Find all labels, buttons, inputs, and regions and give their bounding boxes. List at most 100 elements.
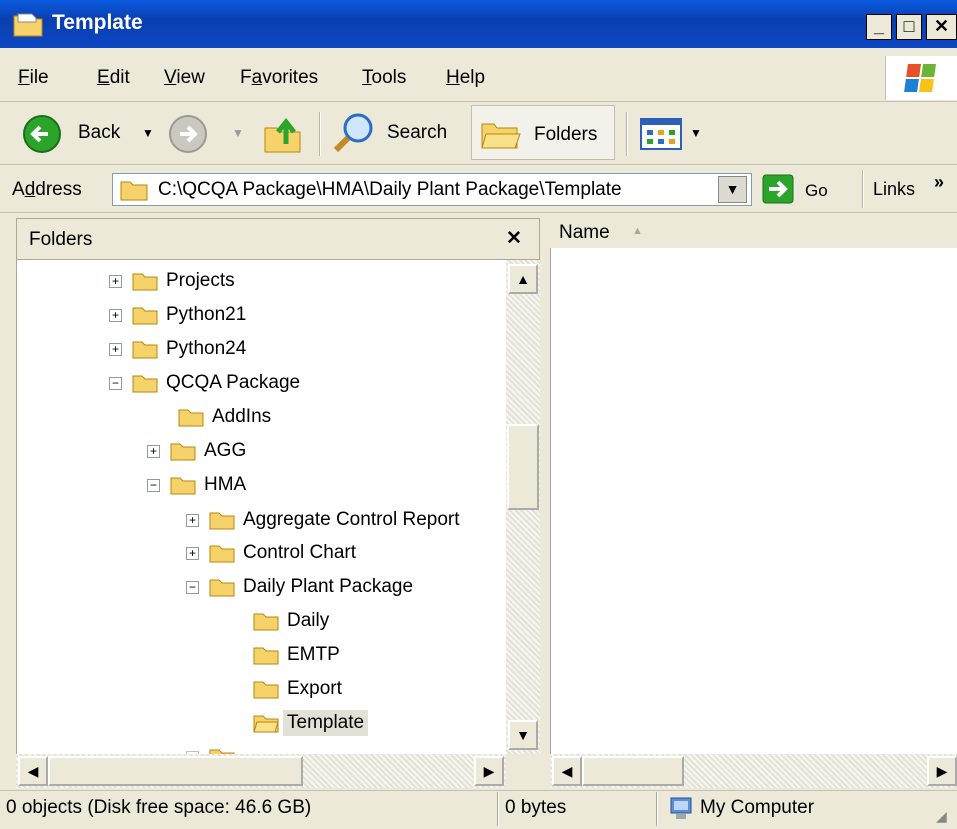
scrollbar-corner xyxy=(508,756,540,788)
folder-icon xyxy=(253,611,279,631)
tree-item-label: HMA xyxy=(204,474,247,495)
menu-view[interactable]: View xyxy=(164,67,205,89)
tree-item-control-chart[interactable]: + Control Chart xyxy=(186,538,356,568)
status-size: 0 bytes xyxy=(505,797,567,818)
title-bar[interactable] xyxy=(0,0,957,48)
folder-icon xyxy=(253,645,279,665)
scroll-left-icon[interactable]: ◀ xyxy=(18,756,48,786)
tree-item-qcqa-package[interactable]: − QCQA Package xyxy=(109,368,300,398)
go-button[interactable]: Go xyxy=(805,181,828,201)
sort-ascending-icon: ▲ xyxy=(632,225,643,237)
folders-pane-close-button[interactable]: ✕ xyxy=(506,227,522,250)
tree-item-emtp[interactable]: EMTP xyxy=(253,640,340,670)
up-folder-icon[interactable] xyxy=(262,112,304,156)
folder-tree: + Projects + Python21 + Python24 − QCQA … xyxy=(16,260,507,754)
tree-item-label: Export xyxy=(287,678,342,699)
tree-item-export[interactable]: Export xyxy=(253,674,342,704)
address-folder-icon xyxy=(119,178,149,202)
minimize-button[interactable]: _ xyxy=(866,14,892,40)
back-button[interactable]: Back xyxy=(78,122,120,144)
menu-tools[interactable]: Tools xyxy=(362,67,406,89)
tree-item-python21[interactable]: + Python21 xyxy=(109,300,246,330)
expand-icon[interactable]: + xyxy=(109,274,122,288)
tree-item-label: AddIns xyxy=(212,406,272,427)
tree-item-label: Python21 xyxy=(166,304,247,325)
folder-icon xyxy=(178,407,204,427)
links-button[interactable]: Links xyxy=(873,179,915,200)
folder-icon xyxy=(132,271,158,291)
expand-icon[interactable]: + xyxy=(109,308,122,322)
folder-icon xyxy=(209,543,235,563)
tree-item-daily[interactable]: Daily xyxy=(253,606,329,636)
tree-item-projects[interactable]: + Projects xyxy=(109,266,235,296)
tree-item-daily-plant-package[interactable]: − Daily Plant Package xyxy=(186,572,413,602)
status-separator xyxy=(497,792,499,826)
horizontal-scroll-thumb[interactable] xyxy=(582,756,684,786)
tree-item-label: Python24 xyxy=(166,338,247,359)
resize-grip-icon[interactable]: ◢ xyxy=(936,808,947,825)
folder-window-icon xyxy=(12,10,44,38)
back-dropdown-icon[interactable]: ▼ xyxy=(142,126,154,140)
column-header-name[interactable]: Name xyxy=(559,222,610,244)
menu-help[interactable]: Help xyxy=(446,67,485,89)
status-objects: 0 objects (Disk free space: 46.6 GB) xyxy=(6,797,312,818)
folders-pane-header xyxy=(16,218,540,260)
scroll-down-icon[interactable]: ▼ xyxy=(508,720,538,750)
tree-item-addins[interactable]: AddIns xyxy=(178,402,271,432)
vertical-scroll-thumb[interactable] xyxy=(507,424,539,510)
tree-item-agg[interactable]: + AGG xyxy=(147,436,246,466)
tree-item-label: EMTP xyxy=(287,644,340,665)
expand-icon[interactable]: + xyxy=(147,444,160,458)
address-dropdown-icon[interactable]: ▼ xyxy=(718,176,747,203)
folders-label: Folders xyxy=(534,124,598,145)
scroll-right-icon[interactable]: ▶ xyxy=(927,756,957,786)
folder-icon xyxy=(170,441,196,461)
tree-item-partial[interactable] xyxy=(186,742,243,754)
tree-item-label: Aggregate Control Report xyxy=(243,509,460,530)
close-button[interactable]: ✕ xyxy=(926,14,957,40)
maximize-button[interactable]: □ xyxy=(896,14,922,40)
address-separator xyxy=(862,170,864,208)
collapse-icon[interactable]: − xyxy=(186,580,199,594)
pane-splitter[interactable] xyxy=(540,218,550,790)
folder-icon xyxy=(209,747,235,754)
collapse-icon[interactable]: − xyxy=(109,376,122,390)
search-button[interactable]: Search xyxy=(387,122,447,144)
scroll-up-icon[interactable]: ▲ xyxy=(508,264,538,294)
address-label: Address xyxy=(12,179,82,200)
folder-icon xyxy=(209,510,235,530)
scroll-right-icon[interactable]: ▶ xyxy=(474,756,504,786)
horizontal-scroll-thumb[interactable] xyxy=(48,756,303,786)
tree-item-label: QCQA Package xyxy=(166,372,301,393)
file-list[interactable] xyxy=(550,248,957,754)
toolbar-separator xyxy=(626,112,628,156)
my-computer-icon xyxy=(668,796,694,822)
views-dropdown-icon[interactable]: ▼ xyxy=(690,126,702,140)
expand-icon[interactable]: + xyxy=(186,513,199,527)
tree-item-label: Projects xyxy=(166,270,235,291)
tree-item-label-selected: Template xyxy=(283,710,369,736)
scroll-left-icon[interactable]: ◀ xyxy=(552,756,582,786)
menu-edit[interactable]: Edit xyxy=(97,67,130,89)
back-arrow-icon[interactable] xyxy=(22,114,62,154)
tree-item-hma[interactable]: − HMA xyxy=(147,470,246,500)
go-arrow-icon[interactable] xyxy=(762,174,794,204)
menu-favorites[interactable]: Favorites xyxy=(240,67,318,89)
forward-arrow-icon[interactable] xyxy=(168,114,208,154)
tree-item-label: AGG xyxy=(204,440,247,461)
collapse-icon[interactable]: − xyxy=(147,478,160,492)
folder-icon xyxy=(253,679,279,699)
tree-item-template[interactable]: Template xyxy=(253,708,369,738)
forward-dropdown-icon[interactable]: ▼ xyxy=(232,126,244,140)
windows-logo-icon xyxy=(885,56,957,100)
search-icon[interactable] xyxy=(332,110,378,156)
tree-item-aggregate-control-report[interactable]: + Aggregate Control Report xyxy=(186,505,460,535)
menu-file[interactable]: File xyxy=(18,67,49,89)
expand-icon[interactable]: + xyxy=(109,342,122,356)
status-separator xyxy=(656,792,658,826)
folder-icon xyxy=(209,577,235,597)
views-icon[interactable] xyxy=(640,118,684,150)
links-chevron-icon[interactable]: » xyxy=(934,172,944,193)
expand-icon[interactable]: + xyxy=(186,546,199,560)
tree-item-python24[interactable]: + Python24 xyxy=(109,334,246,364)
